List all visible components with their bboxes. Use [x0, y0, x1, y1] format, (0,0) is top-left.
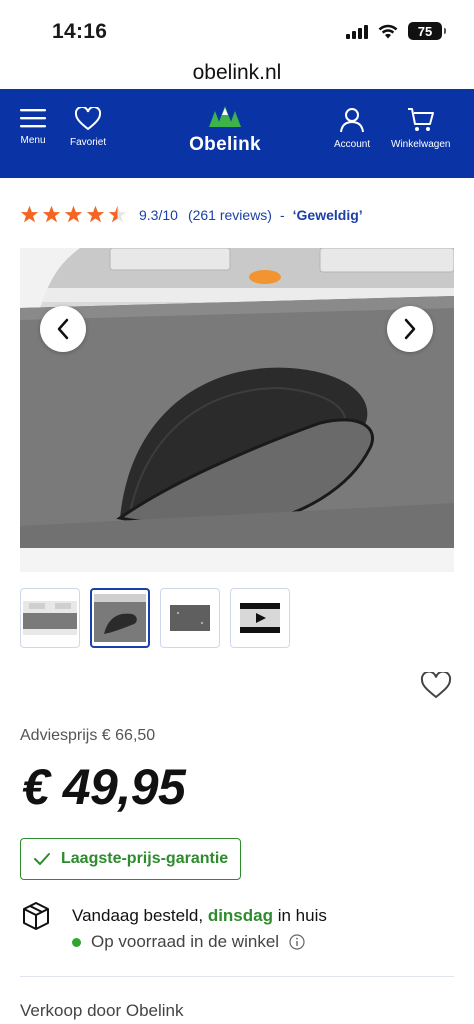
- battery-icon: 75: [408, 22, 446, 40]
- delivery-prefix: Vandaag besteld,: [72, 906, 204, 925]
- stock-text: Op voorraad in de winkel: [91, 932, 280, 951]
- account-label: Account: [334, 139, 371, 150]
- seller-info: Verkoop door Obelink: [20, 1001, 184, 1020]
- star-rating: [20, 205, 127, 224]
- signal-icon: [346, 23, 368, 39]
- previous-image-button[interactable]: [40, 306, 86, 352]
- rating-label: ‘Geweldig’: [292, 206, 363, 223]
- skirt-photo: [20, 248, 454, 572]
- rating-row[interactable]: 9.3/10 (261 reviews) - ‘Geweldig’: [20, 205, 363, 224]
- user-icon: [340, 108, 365, 133]
- delivery-day: dinsdag: [207, 906, 273, 925]
- cart-button[interactable]: Winkelwagen: [391, 107, 450, 150]
- package-icon: [23, 902, 49, 930]
- obelink-logo[interactable]: Obelink: [180, 105, 270, 156]
- delivery-info: Vandaag besteld, dinsdag in huis: [20, 900, 327, 932]
- advice-price: Adviesprijs € 66,50: [20, 727, 156, 744]
- half-star-icon: [108, 205, 127, 223]
- thumbnail-strip: [20, 588, 290, 648]
- status-time: 14:16: [52, 20, 108, 43]
- menu-label: Menu: [20, 135, 46, 146]
- status-bar: 14:16 75: [0, 0, 474, 56]
- product-image[interactable]: [20, 248, 454, 572]
- thumbnail-1[interactable]: [20, 588, 80, 648]
- add-to-wishlist-button[interactable]: [420, 670, 452, 705]
- star-icon: [86, 205, 105, 223]
- logo-text: Obelink: [189, 134, 261, 155]
- guarantee-label: Laagste-prijs-garantie: [61, 850, 229, 867]
- next-image-button[interactable]: [387, 306, 433, 352]
- heart-outline-icon: [420, 670, 452, 699]
- delivery-text: Vandaag besteld, dinsdag in huis: [72, 906, 327, 926]
- review-count[interactable]: (261 reviews): [188, 207, 272, 223]
- cart-icon: [407, 108, 434, 131]
- thumbnail-3[interactable]: [160, 588, 220, 648]
- logo-trees-icon: [209, 106, 241, 127]
- chevron-left-icon: [57, 318, 69, 340]
- divider: [20, 976, 454, 977]
- product-price: € 49,95: [22, 759, 186, 815]
- lowest-price-guarantee-badge[interactable]: Laagste-prijs-garantie: [20, 838, 242, 880]
- url-bar[interactable]: obelink.nl: [0, 56, 474, 89]
- info-icon[interactable]: [289, 934, 305, 950]
- video-play-icon: [240, 603, 280, 633]
- star-icon: [64, 205, 83, 223]
- rating-separator: -: [279, 206, 285, 223]
- thumbnail-video[interactable]: [230, 588, 290, 648]
- stock-status: Op voorraad in de winkel: [72, 932, 305, 952]
- checkmark-icon: [34, 853, 50, 865]
- account-button[interactable]: Account: [334, 107, 370, 150]
- heart-icon: [75, 107, 102, 131]
- hamburger-icon: [20, 109, 46, 128]
- menu-button[interactable]: Menu: [20, 107, 46, 146]
- favorites-button[interactable]: Favoriet: [70, 107, 106, 148]
- delivery-suffix: in huis: [277, 906, 327, 925]
- rating-score: 9.3/10: [139, 206, 178, 223]
- star-icon: [42, 205, 61, 223]
- thumbnail-2[interactable]: [90, 588, 150, 648]
- chevron-right-icon: [404, 318, 416, 340]
- cart-label: Winkelwagen: [391, 139, 451, 150]
- status-icons: 75: [346, 22, 446, 40]
- star-icon: [20, 205, 39, 223]
- wifi-icon: [378, 24, 398, 38]
- in-stock-dot-icon: [72, 937, 81, 947]
- favorites-label: Favoriet: [70, 137, 107, 148]
- site-header: Menu Favoriet Obelink Account Winkelwage…: [0, 89, 474, 178]
